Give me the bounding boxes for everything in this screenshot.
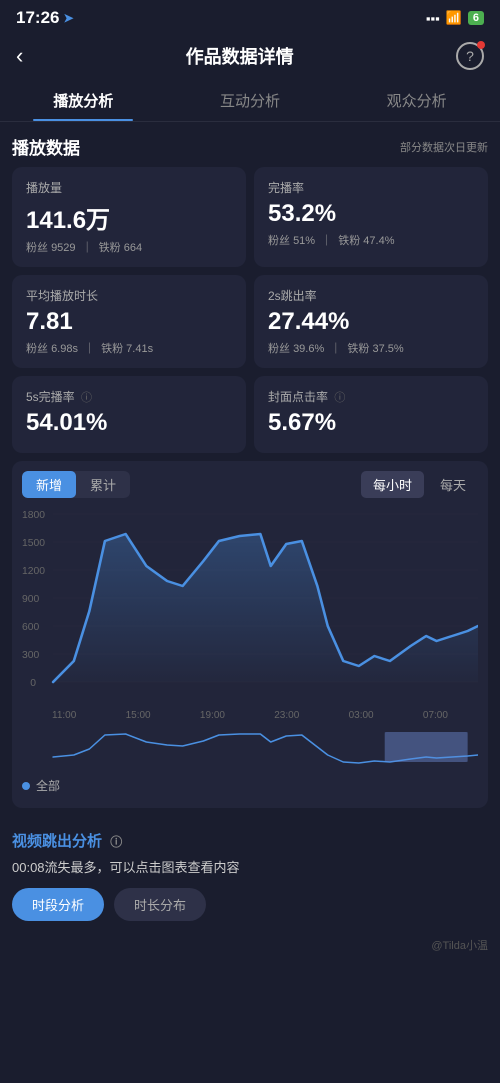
svg-text:1500: 1500 (22, 538, 45, 549)
jump-section: 视频跳出分析 ⓘ 00:08流失最多，可以点击图表查看内容 时段分析 时长分布 (0, 816, 500, 931)
chart-legend: 全部 (22, 773, 478, 798)
chart-controls: 新增 累计 每小时 每天 (22, 471, 478, 498)
back-button[interactable]: ‹ (16, 43, 23, 69)
stat-card-ctr: 封面点击率 ⓘ 5.67% (254, 376, 488, 453)
jump-title: 视频跳出分析 ⓘ (12, 830, 488, 851)
stats-grid: 播放量 141.6万 粉丝 9529 ｜ 铁粉 664 完播率 53.2% 粉丝… (12, 167, 488, 453)
main-chart: 1800 1500 1200 900 600 300 0 (22, 506, 478, 706)
section-note: 部分数据次日更新 (400, 139, 488, 155)
section-header: 播放数据 部分数据次日更新 (12, 122, 488, 167)
bounce-value: 27.44% (268, 308, 474, 336)
5s-value: 54.01% (26, 409, 232, 437)
info-icon-5s: ⓘ (81, 392, 92, 404)
status-time: 17:26 ➤ (16, 8, 74, 28)
jump-btn-duration[interactable]: 时长分布 (114, 888, 206, 921)
mini-chart (22, 727, 478, 767)
svg-text:600: 600 (22, 622, 40, 633)
plays-sub: 粉丝 9529 ｜ 铁粉 664 (26, 239, 232, 255)
legend-dot (22, 782, 30, 790)
status-right: ▪▪▪ 📶 6 (426, 10, 484, 26)
plays-label: 播放量 (26, 179, 232, 196)
stat-card-avg-duration: 平均播放时长 7.81 粉丝 6.98s ｜ 铁粉 7.41s (12, 275, 246, 368)
jump-desc: 00:08流失最多，可以点击图表查看内容 (12, 857, 488, 876)
tab-play-analysis[interactable]: 播放分析 (0, 80, 167, 121)
avg-dur-sub: 粉丝 6.98s ｜ 铁粉 7.41s (26, 340, 232, 356)
tabs-bar: 播放分析 互动分析 观众分析 (0, 80, 500, 122)
status-bar: 17:26 ➤ ▪▪▪ 📶 6 (0, 0, 500, 36)
header: ‹ 作品数据详情 ? (0, 36, 500, 80)
info-icon-ctr: ⓘ (334, 392, 345, 404)
svg-text:900: 900 (22, 594, 40, 605)
info-icon-jump: ⓘ (110, 835, 122, 849)
battery-badge: 6 (468, 11, 484, 25)
avg-dur-value: 7.81 (26, 308, 232, 336)
svg-text:300: 300 (22, 650, 40, 661)
notification-dot (477, 41, 485, 49)
stat-card-bounce: 2s跳出率 27.44% 粉丝 39.6% ｜ 铁粉 37.5% (254, 275, 488, 368)
stat-card-plays: 播放量 141.6万 粉丝 9529 ｜ 铁粉 664 (12, 167, 246, 267)
chart-svg: 1800 1500 1200 900 600 300 0 (22, 506, 478, 706)
wifi-icon: 📶 (446, 10, 462, 26)
chart-x-labels: 11:00 15:00 19:00 23:00 03:00 07:00 (22, 706, 478, 721)
legend-label: 全部 (36, 777, 60, 794)
completion-sub: 粉丝 51% ｜ 铁粉 47.4% (268, 232, 474, 248)
ctr-value: 5.67% (268, 409, 474, 437)
page-title: 作品数据详情 (186, 43, 294, 69)
tab-audience-analysis[interactable]: 观众分析 (333, 80, 500, 121)
watermark: @Tilda小温 (0, 931, 500, 959)
jump-btn-period[interactable]: 时段分析 (12, 888, 104, 921)
tab-interact-analysis[interactable]: 互动分析 (167, 80, 334, 121)
toggle-cumulative[interactable]: 累计 (76, 471, 130, 498)
completion-label: 完播率 (268, 179, 474, 196)
help-button[interactable]: ? (456, 42, 484, 70)
5s-label: 5s完播率 ⓘ (26, 388, 232, 405)
bounce-sub: 粉丝 39.6% ｜ 铁粉 37.5% (268, 340, 474, 356)
location-icon: ➤ (63, 11, 73, 25)
avg-dur-label: 平均播放时长 (26, 287, 232, 304)
toggle-new[interactable]: 新增 (22, 471, 76, 498)
svg-text:0: 0 (30, 678, 36, 689)
signal-icon: ▪▪▪ (426, 11, 440, 26)
plays-value: 141.6万 (26, 200, 232, 235)
toggle-group: 新增 累计 (22, 471, 130, 498)
main-content: 播放数据 部分数据次日更新 播放量 141.6万 粉丝 9529 ｜ 铁粉 66… (0, 122, 500, 808)
jump-buttons: 时段分析 时长分布 (12, 888, 488, 921)
time-group: 每小时 每天 (361, 471, 478, 498)
chart-section: 新增 累计 每小时 每天 (12, 461, 488, 808)
completion-value: 53.2% (268, 200, 474, 228)
stat-card-5s: 5s完播率 ⓘ 54.01% (12, 376, 246, 453)
ctr-label: 封面点击率 ⓘ (268, 388, 474, 405)
svg-text:1200: 1200 (22, 566, 45, 577)
svg-text:1800: 1800 (22, 510, 45, 521)
section-title: 播放数据 (12, 134, 80, 159)
time-daily[interactable]: 每天 (428, 471, 478, 498)
stat-card-completion: 完播率 53.2% 粉丝 51% ｜ 铁粉 47.4% (254, 167, 488, 267)
time-hourly[interactable]: 每小时 (361, 471, 424, 498)
bounce-label: 2s跳出率 (268, 287, 474, 304)
